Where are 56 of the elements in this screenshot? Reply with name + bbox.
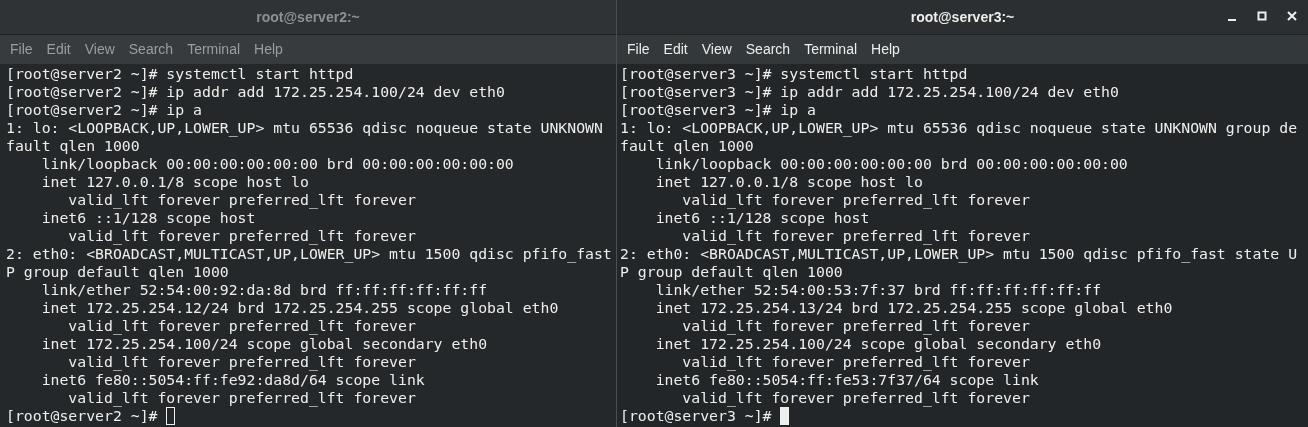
menu-item[interactable]: Search bbox=[738, 39, 798, 60]
terminal-line: 2: eth0: <BROADCAST,MULTICAST,UP,LOWER_UP> mtu 1500 qdisc pfifo_fast bbox=[6, 245, 612, 263]
terminal-line: 1: lo: <LOOPBACK,UP,LOWER_UP> mtu 65536 qdisc noqueue state UNKNOWN bbox=[6, 119, 603, 137]
terminal-line: P group default qlen 1000 bbox=[620, 263, 843, 281]
terminal-line: [root@server2 ~]# ip a bbox=[6, 101, 202, 119]
terminal-line: [root@server3 ~]# systemctl start httpd bbox=[620, 65, 968, 83]
terminal-prompt: [root@server3 ~]# bbox=[620, 407, 773, 425]
terminal-line: link/ether 52:54:00:53:7f:37 brd ff:ff:ff:ff:ff:ff bbox=[654, 281, 1102, 299]
terminal-line: [root@server2 ~]# systemctl start httpd bbox=[6, 65, 354, 83]
menu-item[interactable]: View bbox=[77, 39, 122, 60]
terminal-line: link/loopback 00:00:00:00:00:00 brd 00:00:00:00:00:00 bbox=[40, 155, 514, 173]
terminal-line: valid_lft forever preferred_lft forever bbox=[681, 353, 1030, 371]
menu-item[interactable]: Terminal bbox=[797, 39, 865, 60]
menu-item[interactable]: Terminal bbox=[180, 39, 248, 60]
terminal-line: [root@server3 ~]# ip addr add 172.25.254.100/24 dev eth0 bbox=[620, 83, 1119, 101]
menu-item[interactable]: View bbox=[694, 39, 739, 60]
terminal-line: valid_lft forever preferred_lft forever bbox=[67, 317, 416, 335]
terminal-line: fault qlen 1000 bbox=[620, 137, 754, 155]
terminal-line: inet 127.0.0.1/8 scope host lo bbox=[654, 173, 923, 191]
terminal-line: valid_lft forever preferred_lft forever bbox=[67, 227, 416, 245]
window-title: root@server3:~ bbox=[910, 7, 1015, 27]
terminal-line: valid_lft forever preferred_lft forever bbox=[67, 353, 416, 371]
terminal-line: link/loopback 00:00:00:00:00:00 brd 00:00:00:00:00:00 bbox=[654, 155, 1128, 173]
terminal-line: 1: lo: <LOOPBACK,UP,LOWER_UP> mtu 65536 qdisc noqueue state UNKNOWN group de bbox=[620, 119, 1298, 137]
menu-item[interactable]: Edit bbox=[656, 39, 695, 60]
terminal-line: inet6 ::1/128 scope host bbox=[40, 209, 256, 227]
terminal-line: inet 172.25.254.12/24 brd 172.25.254.255 scope global eth0 bbox=[40, 299, 559, 317]
terminal-line: inet6 fe80::5054:ff:fe92:da8d/64 scope link bbox=[40, 371, 425, 389]
terminal-line: valid_lft forever preferred_lft forever bbox=[681, 191, 1030, 209]
menu-item[interactable]: Search bbox=[121, 39, 181, 60]
maximize-icon[interactable] bbox=[1256, 9, 1268, 23]
terminal-line: inet6 fe80::5054:ff:fe53:7f37/64 scope link bbox=[654, 371, 1039, 389]
terminal-line: valid_lft forever preferred_lft forever bbox=[681, 317, 1030, 335]
terminal-line: inet 127.0.0.1/8 scope host lo bbox=[40, 173, 309, 191]
terminal-line: inet 172.25.254.100/24 scope global secondary eth0 bbox=[654, 335, 1102, 353]
terminal-line: link/ether 52:54:00:92:da:8d brd ff:ff:ff:ff:ff:ff bbox=[40, 281, 488, 299]
terminal-line: valid_lft forever preferred_lft forever bbox=[681, 389, 1030, 407]
terminal-line: fault qlen 1000 bbox=[6, 137, 140, 155]
terminal-line: [root@server3 ~]# ip a bbox=[620, 101, 816, 119]
menu-item[interactable]: File bbox=[620, 39, 657, 60]
terminal-prompt: [root@server2 ~]# bbox=[6, 407, 159, 425]
terminal-line: [root@server2 ~]# ip addr add 172.25.254.100/24 dev eth0 bbox=[6, 83, 505, 101]
terminal-line: valid_lft forever preferred_lft forever bbox=[681, 227, 1030, 245]
close-icon[interactable] bbox=[1286, 9, 1298, 23]
menu-item[interactable]: Edit bbox=[39, 39, 78, 60]
terminal-line: 2: eth0: <BROADCAST,MULTICAST,UP,LOWER_UP> mtu 1500 qdisc pfifo_fast state U bbox=[620, 245, 1298, 263]
terminal-line: valid_lft forever preferred_lft forever bbox=[67, 191, 416, 209]
terminal-line: inet6 ::1/128 scope host bbox=[654, 209, 870, 227]
terminal-line: P group default qlen 1000 bbox=[6, 263, 229, 281]
menu-item[interactable]: Help bbox=[247, 39, 290, 60]
terminal-line: inet 172.25.254.13/24 brd 172.25.254.255 scope global eth0 bbox=[654, 299, 1173, 317]
menu-item[interactable]: Help bbox=[864, 39, 907, 60]
terminal-line: inet 172.25.254.100/24 scope global secondary eth0 bbox=[40, 335, 488, 353]
terminal-line: valid_lft forever preferred_lft forever bbox=[67, 389, 416, 407]
menu-item[interactable]: File bbox=[3, 39, 40, 60]
window-title: root@server2:~ bbox=[256, 7, 360, 27]
